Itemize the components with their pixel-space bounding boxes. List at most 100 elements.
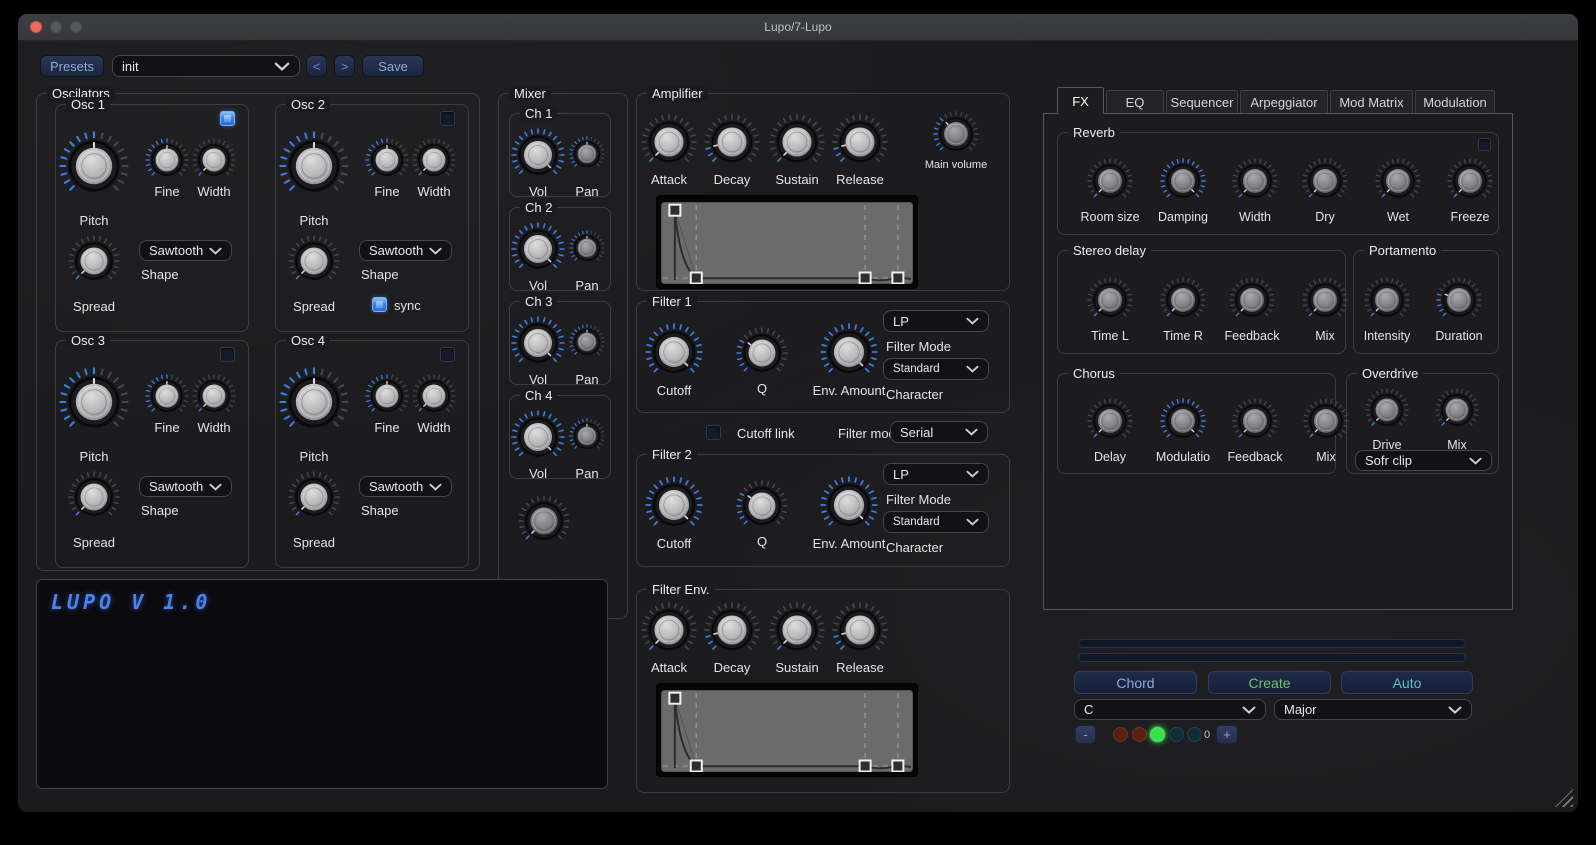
osc4-shape-select[interactable]: Sawtooth — [359, 476, 452, 497]
reverb-damping-knob[interactable]: Damping — [1158, 158, 1208, 224]
chorus-mix-knob[interactable]: Mix — [1303, 398, 1349, 464]
reverb-wet-knob[interactable]: Wet — [1375, 158, 1421, 224]
chord-dot-1[interactable] — [1113, 727, 1128, 742]
osc1-shape-select[interactable]: Sawtooth — [139, 240, 232, 261]
overdrive-mix-knob[interactable]: Mix — [1435, 388, 1479, 452]
preset-prev-button[interactable]: < — [306, 55, 327, 77]
osc4-fine-knob[interactable]: Fine — [365, 374, 409, 435]
ch4-vol-knob[interactable]: Vol — [511, 410, 565, 481]
osc3-shape-select[interactable]: Sawtooth — [139, 476, 232, 497]
delay-feedback-knob[interactable]: Feedback — [1225, 277, 1279, 343]
chord-dot-2[interactable] — [1131, 727, 1147, 742]
overdrive-drive-knob[interactable]: Drive — [1365, 388, 1409, 452]
amp-sustain-knob[interactable]: Sustain — [769, 114, 825, 187]
tab-arpeggiator[interactable]: Arpeggiator — [1240, 90, 1328, 114]
osc1-spread-knob[interactable]: Spread — [68, 235, 120, 314]
portamento-intensity-knob[interactable]: Intensity — [1364, 277, 1410, 343]
cutoff-link-checkbox[interactable] — [706, 425, 721, 440]
ch3-vol-knob[interactable]: Vol — [511, 316, 565, 387]
chord-dot-3[interactable] — [1150, 727, 1165, 742]
chord-button[interactable]: Chord — [1074, 671, 1197, 694]
amp-release-knob[interactable]: Release — [832, 114, 888, 187]
tab-eq[interactable]: EQ — [1106, 90, 1164, 114]
reverb-dry-knob[interactable]: Dry — [1302, 158, 1348, 224]
ch3-pan-knob[interactable]: Pan — [569, 324, 605, 387]
osc4-pitch-knob[interactable]: Pitch — [279, 367, 349, 464]
fenv-attack-knob[interactable]: Attack — [641, 602, 697, 675]
chord-minus-button[interactable]: - — [1075, 725, 1096, 744]
fenv-release-knob[interactable]: Release — [832, 602, 888, 675]
mixer-master-knob[interactable] — [518, 495, 570, 547]
amp-envelope-display[interactable] — [657, 196, 917, 288]
ch1-pan-knob[interactable]: Pan — [569, 136, 605, 199]
osc2-shape-select[interactable]: Sawtooth — [359, 240, 452, 261]
osc1-pitch-knob[interactable]: Pitch — [59, 131, 129, 228]
reverb-freeze-knob[interactable]: Freeze — [1447, 158, 1493, 224]
reverb-width-knob[interactable]: Width — [1232, 158, 1278, 224]
osc2-enable-checkbox[interactable] — [440, 111, 455, 126]
filter2-mode-select[interactable]: LP — [883, 463, 989, 485]
osc4-spread-knob[interactable]: Spread — [288, 471, 340, 550]
delay-time-l-knob[interactable]: Time L — [1087, 277, 1133, 343]
maximize-button[interactable] — [70, 21, 82, 33]
filter1-mode-select[interactable]: LP — [883, 310, 989, 332]
osc3-fine-knob[interactable]: Fine — [145, 374, 189, 435]
fenv-sustain-knob[interactable]: Sustain — [769, 602, 825, 675]
preset-select[interactable]: init — [112, 55, 300, 77]
tab-sequencer[interactable]: Sequencer — [1166, 90, 1238, 114]
osc4-width-knob[interactable]: Width — [412, 374, 456, 435]
presets-button[interactable]: Presets — [40, 55, 104, 77]
reverb-room-size-knob[interactable]: Room size — [1080, 158, 1140, 224]
close-button[interactable] — [30, 21, 42, 33]
osc3-width-knob[interactable]: Width — [192, 374, 236, 435]
ch2-pan-knob[interactable]: Pan — [569, 230, 605, 293]
osc1-width-knob[interactable]: Width — [192, 138, 236, 199]
ch4-pan-knob[interactable]: Pan — [569, 418, 605, 481]
tab-modulation[interactable]: Modulation — [1415, 90, 1495, 114]
save-button[interactable]: Save — [362, 55, 424, 77]
fenv-decay-knob[interactable]: Decay — [704, 602, 760, 675]
minimize-button[interactable] — [50, 21, 62, 33]
portamento-duration-knob[interactable]: Duration — [1435, 277, 1483, 343]
delay-mix-knob[interactable]: Mix — [1302, 277, 1348, 343]
ch1-vol-knob[interactable]: Vol — [511, 128, 565, 199]
osc3-pitch-knob[interactable]: Pitch — [59, 367, 129, 464]
filter2-q-knob[interactable]: Q — [736, 480, 788, 549]
chord-bar-1[interactable] — [1078, 639, 1466, 648]
chord-dot-5[interactable] — [1187, 727, 1202, 742]
osc2-pitch-knob[interactable]: Pitch — [279, 131, 349, 228]
filter-routing-select[interactable]: Serial — [890, 421, 988, 443]
filter1-cutoff-knob[interactable]: Cutoff — [645, 323, 703, 398]
filter1-character-select[interactable]: Standard — [883, 358, 989, 380]
filter-envelope-display[interactable] — [657, 684, 917, 776]
chord-dot-4[interactable] — [1168, 727, 1184, 742]
chorus-feedback-knob[interactable]: Feedback — [1228, 398, 1282, 464]
reverb-enable-checkbox[interactable] — [1478, 138, 1491, 151]
amp-attack-knob[interactable]: Attack — [641, 114, 697, 187]
osc2-width-knob[interactable]: Width — [412, 138, 456, 199]
create-button[interactable]: Create — [1208, 671, 1331, 694]
chorus-delay-knob[interactable]: Delay — [1087, 398, 1133, 464]
auto-button[interactable]: Auto — [1341, 671, 1473, 694]
filter2-cutoff-knob[interactable]: Cutoff — [645, 476, 703, 551]
chord-scale-select[interactable]: Major — [1274, 699, 1472, 720]
filter1-q-knob[interactable]: Q — [736, 327, 788, 396]
amp-decay-knob[interactable]: Decay — [704, 114, 760, 187]
filter1-env-amount-knob[interactable]: Env. Amount — [813, 323, 885, 398]
osc1-enable-checkbox[interactable] — [220, 111, 235, 126]
filter2-character-select[interactable]: Standard — [883, 511, 989, 533]
osc4-enable-checkbox[interactable] — [440, 347, 455, 362]
chord-root-select[interactable]: C — [1074, 699, 1266, 720]
delay-time-r-knob[interactable]: Time R — [1160, 277, 1206, 343]
chord-bar-2[interactable] — [1078, 653, 1466, 662]
osc2-fine-knob[interactable]: Fine — [365, 138, 409, 199]
main-volume-knob[interactable]: Main volume — [925, 111, 987, 171]
osc1-fine-knob[interactable]: Fine — [145, 138, 189, 199]
preset-next-button[interactable]: > — [334, 55, 355, 77]
osc3-enable-checkbox[interactable] — [220, 347, 235, 362]
tab-fx[interactable]: FX — [1057, 87, 1104, 114]
osc2-sync-checkbox[interactable] — [372, 297, 387, 312]
ch2-vol-knob[interactable]: Vol — [511, 222, 565, 293]
tab-mod-matrix[interactable]: Mod Matrix — [1330, 90, 1413, 114]
chord-plus-button[interactable]: + — [1216, 725, 1238, 744]
